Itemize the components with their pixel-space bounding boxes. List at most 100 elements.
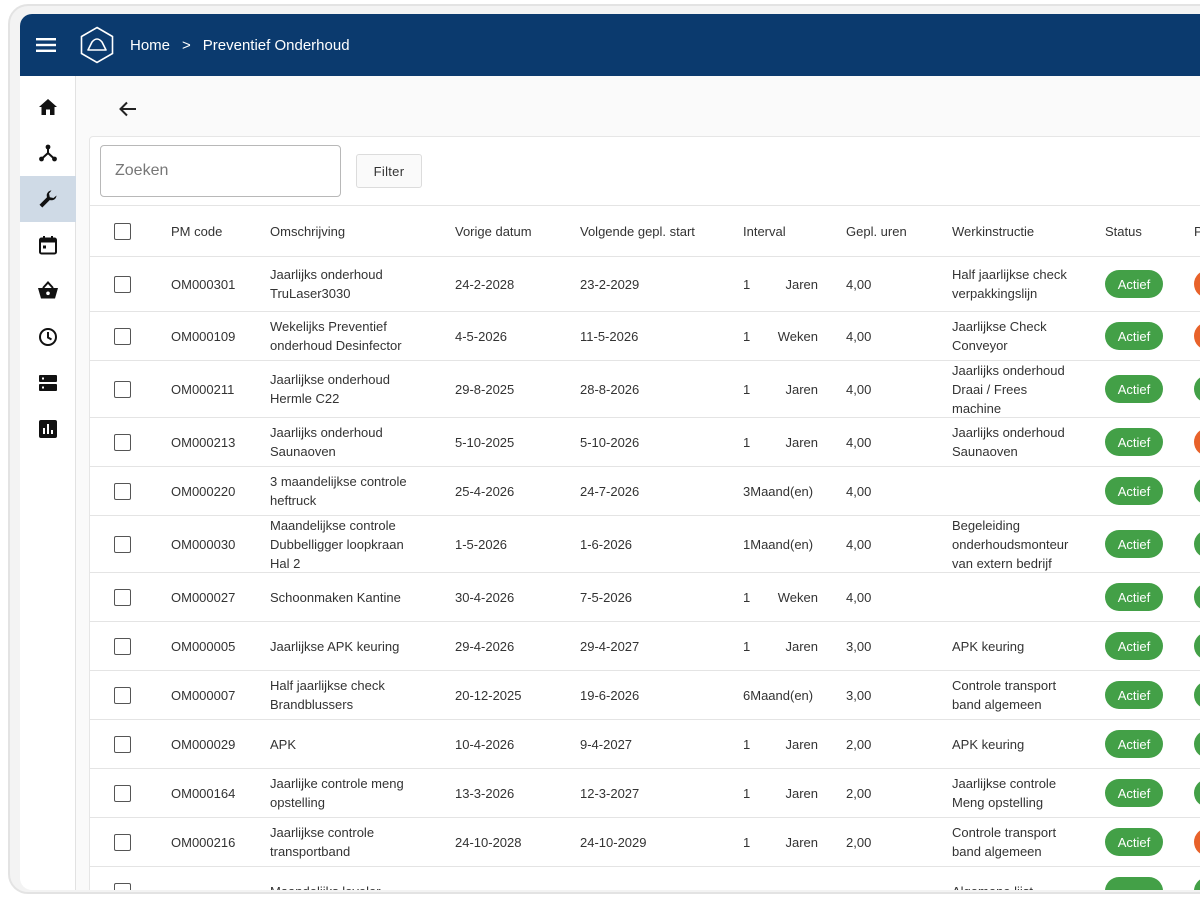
row-checkbox-cell: [114, 312, 132, 360]
search-input[interactable]: [100, 145, 341, 197]
status-badge[interactable]: Actief: [1105, 828, 1163, 856]
line: onderhoud Desinfector: [270, 338, 402, 353]
row-checkbox[interactable]: [114, 482, 131, 500]
next-start-date: 23-2-2029: [580, 276, 640, 292]
table-row[interactable]: OM000216 Jaarlijkse controle transportband…: [90, 818, 1200, 867]
status-badge[interactable]: Actief: [1105, 428, 1163, 456]
status-badge[interactable]: Actief: [1105, 632, 1163, 660]
line: Maandelijks leveler: [270, 884, 381, 891]
sidebar-item-calendar[interactable]: [20, 222, 76, 268]
row-checkbox[interactable]: [114, 735, 131, 753]
table-row[interactable]: OM000220 3 maandelijkse controle heftruck 2…: [90, 467, 1200, 516]
interval: 3 Maand(en): [743, 467, 838, 515]
interval-number: 1: [743, 434, 751, 450]
col-header-hours[interactable]: Gepl. uren: [846, 206, 926, 256]
status-badge[interactable]: Actief: [1105, 530, 1163, 558]
status-badge[interactable]: Actief: [1105, 375, 1163, 403]
planned-hours: 4,00: [846, 434, 872, 450]
row-checkbox[interactable]: [114, 686, 131, 704]
table-row[interactable]: OM000027 Schoonmaken Kantine 30-4-2026 7-5-…: [90, 573, 1200, 622]
table-row[interactable]: OM000029 APK 10-4-2026 9-4-2027 1 Jaren 2,00 AP…: [90, 720, 1200, 769]
interval-number: 1: [743, 381, 751, 397]
work-instruction: Controle transport band algemeen: [952, 818, 1092, 866]
table-row[interactable]: OM000211 Jaarlijkse onderhoud Hermle C22 29…: [90, 361, 1200, 418]
menu-button[interactable]: [20, 14, 72, 76]
pm-code: [171, 867, 261, 890]
row-checkbox[interactable]: [114, 637, 131, 655]
interval: 1 Jaren: [743, 622, 838, 670]
interval: 1 Jaren: [743, 818, 838, 866]
status-badge[interactable]: Actief: [1105, 270, 1163, 298]
table-row[interactable]: OM000005 Jaarlijkse APK keuring 29-4-2026 2…: [90, 622, 1200, 671]
work-instruction: [952, 467, 1092, 515]
sidebar-item-reports[interactable]: [20, 406, 76, 452]
table-row[interactable]: OM000109 Wekelijks Preventief onderhoud De…: [90, 312, 1200, 361]
description-text: Wekelijks Preventief onderhoud Desinfecto…: [270, 317, 402, 355]
select-all-checkbox[interactable]: [114, 222, 131, 240]
interval-number: 6: [743, 687, 751, 703]
table-row[interactable]: OM000301 Jaarlijks onderhoud TruLaser3030 2…: [90, 257, 1200, 312]
previous-date: 5-10-2025: [455, 434, 515, 450]
sidebar-item-maintenance[interactable]: [20, 176, 76, 222]
row-checkbox[interactable]: [114, 380, 131, 398]
col-header-code[interactable]: PM code: [171, 206, 261, 256]
table-row[interactable]: OM000213 Jaarlijks onderhoud Saunaoven 5-10…: [90, 418, 1200, 467]
line: Jaarlijke controle meng: [270, 776, 404, 791]
row-checkbox[interactable]: [114, 588, 131, 606]
line: Dubbelligger loopkraan: [270, 536, 404, 552]
table-row[interactable]: OM000030 Maandelijkse controle Dubbelligge…: [90, 516, 1200, 573]
interval-unit: Maand(en): [750, 687, 814, 703]
planned-hours: 3,00: [846, 687, 872, 703]
col-header-status[interactable]: Status: [1105, 206, 1175, 256]
col-header-prev[interactable]: Vorige datum: [455, 206, 565, 256]
status-badge[interactable]: Actief: [1105, 583, 1163, 611]
back-button[interactable]: [113, 94, 143, 124]
row-checkbox[interactable]: [114, 535, 131, 553]
breadcrumb-home[interactable]: Home: [130, 37, 170, 54]
row-checkbox[interactable]: [114, 433, 131, 451]
interval: 1 Jaren: [743, 769, 838, 817]
status-badge[interactable]: Actief: [1105, 730, 1163, 758]
row-checkbox-cell: [114, 622, 132, 670]
table-row[interactable]: Maandelijks leveler Algemene lijst: [90, 867, 1200, 890]
col-header-desc[interactable]: Omschrijving: [270, 206, 440, 256]
status-badge[interactable]: Actief: [1105, 322, 1163, 350]
line: Draai / Frees: [952, 381, 1028, 397]
status-cell: Actief: [1105, 818, 1175, 866]
row-checkbox[interactable]: [114, 784, 131, 802]
sidebar-item-storage[interactable]: [20, 360, 76, 406]
line: machine: [952, 400, 1002, 416]
row-checkbox[interactable]: [114, 275, 131, 293]
description: APK: [270, 720, 440, 768]
row-checkbox[interactable]: [114, 833, 131, 851]
line: onderhoudsmonteur: [952, 536, 1069, 552]
sidebar-item-history[interactable]: [20, 314, 76, 360]
row-checkbox-cell: [114, 769, 132, 817]
pm-code: OM000030: [171, 536, 236, 552]
priority-cell: [1194, 467, 1200, 515]
sidebar-item-home[interactable]: [20, 84, 76, 130]
row-checkbox[interactable]: [114, 882, 131, 890]
status-badge[interactable]: [1105, 877, 1163, 890]
table-row[interactable]: OM000007 Half jaarlijkse check Brandblusse…: [90, 671, 1200, 720]
status-badge[interactable]: Actief: [1105, 477, 1163, 505]
row-checkbox[interactable]: [114, 327, 131, 345]
status-badge[interactable]: Actief: [1105, 681, 1163, 709]
col-header-interval[interactable]: Interval: [743, 206, 838, 256]
filter-button[interactable]: Filter: [356, 154, 422, 188]
table-row[interactable]: OM000164 Jaarlijke controle meng opstellin…: [90, 769, 1200, 818]
previous-date: 13-3-2026: [455, 785, 515, 801]
description: Wekelijks Preventief onderhoud Desinfecto…: [270, 312, 440, 360]
status-cell: Actief: [1105, 573, 1175, 621]
col-header-p[interactable]: P: [1194, 206, 1200, 256]
app-logo-icon[interactable]: [78, 26, 116, 64]
description: 3 maandelijkse controle heftruck: [270, 467, 440, 515]
col-header-next[interactable]: Volgende gepl. start: [580, 206, 730, 256]
col-header-wi[interactable]: Werkinstructie: [952, 206, 1092, 256]
line: Jaarlijkse APK keuring: [270, 638, 400, 654]
sidebar-item-orders[interactable]: [20, 268, 76, 314]
priority-cell: [1194, 671, 1200, 719]
line: Schoonmaken Kantine: [270, 589, 401, 605]
sidebar-item-assets[interactable]: [20, 130, 76, 176]
status-badge[interactable]: Actief: [1105, 779, 1163, 807]
